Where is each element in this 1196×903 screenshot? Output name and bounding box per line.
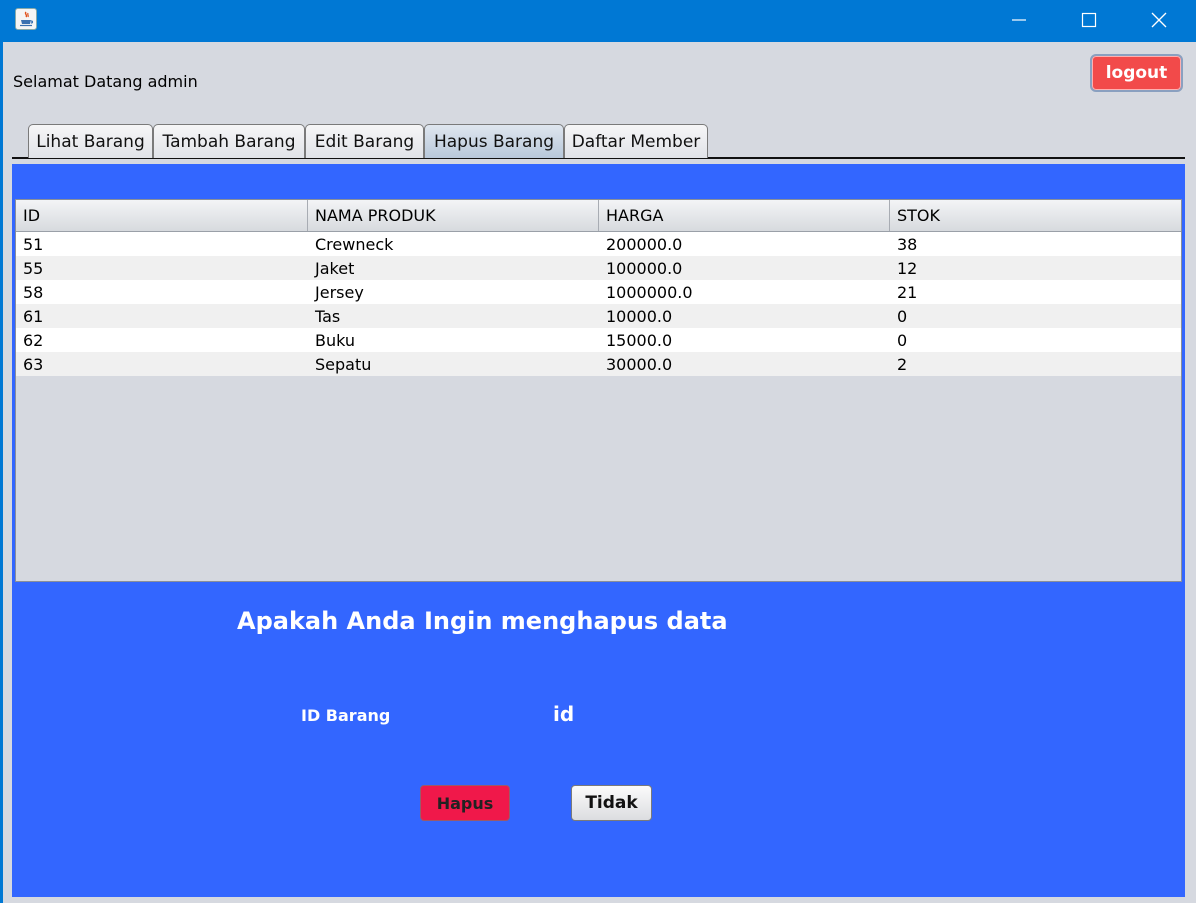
cell-stok: 0 xyxy=(897,306,908,326)
table-row[interactable]: 55 Jaket 100000.0 12 xyxy=(16,256,1181,280)
hapus-barang-panel: ID NAMA PRODUK HARGA STOK 51 Crewneck 20… xyxy=(12,164,1185,897)
id-barang-value: id xyxy=(553,702,575,726)
tab-daftar-member[interactable]: Daftar Member xyxy=(564,124,708,158)
cell-id: 51 xyxy=(23,234,44,254)
cell-id: 55 xyxy=(23,258,44,278)
column-header-harga[interactable]: HARGA xyxy=(599,200,890,231)
cell-nama-produk: Crewneck xyxy=(315,234,394,254)
cell-stok: 2 xyxy=(897,354,908,374)
confirm-question: Apakah Anda Ingin menghapus data xyxy=(237,607,728,635)
cell-stok: 12 xyxy=(897,258,918,278)
table-row[interactable]: 58 Jersey 1000000.0 21 xyxy=(16,280,1181,304)
java-app-icon xyxy=(15,8,37,30)
cell-harga: 100000.0 xyxy=(606,258,683,278)
cell-id: 63 xyxy=(23,354,44,374)
cell-nama-produk: Tas xyxy=(315,306,341,326)
table-row[interactable]: 63 Sepatu 30000.0 2 xyxy=(16,352,1181,376)
cell-id: 62 xyxy=(23,330,44,350)
cell-stok: 38 xyxy=(897,234,918,254)
table-body: 51 Crewneck 200000.0 38 55 Jaket 100000.… xyxy=(16,232,1181,376)
close-icon xyxy=(1151,12,1167,28)
product-table[interactable]: ID NAMA PRODUK HARGA STOK 51 Crewneck 20… xyxy=(15,199,1182,582)
hapus-button[interactable]: Hapus xyxy=(420,785,510,821)
cell-id: 61 xyxy=(23,306,44,326)
table-row[interactable]: 51 Crewneck 200000.0 38 xyxy=(16,232,1181,256)
tab-bar: Lihat Barang Tambah Barang Edit Barang H… xyxy=(12,124,1185,159)
cell-harga: 30000.0 xyxy=(606,354,673,374)
tidak-button[interactable]: Tidak xyxy=(571,785,652,821)
cell-nama-produk: Jaket xyxy=(315,258,355,278)
cell-nama-produk: Buku xyxy=(315,330,356,350)
minimize-button[interactable] xyxy=(984,0,1054,40)
cell-harga: 200000.0 xyxy=(606,234,683,254)
tab-lihat-barang[interactable]: Lihat Barang xyxy=(28,124,153,158)
cell-id: 58 xyxy=(23,282,44,302)
tab-edit-barang[interactable]: Edit Barang xyxy=(305,124,424,158)
cell-stok: 21 xyxy=(897,282,918,302)
cell-nama-produk: Jersey xyxy=(315,282,364,302)
logout-button[interactable]: logout xyxy=(1090,54,1183,92)
column-header-stok[interactable]: STOK xyxy=(890,200,1181,231)
cell-stok: 0 xyxy=(897,330,908,350)
maximize-icon xyxy=(1081,12,1097,28)
close-button[interactable] xyxy=(1124,0,1194,40)
tab-hapus-barang[interactable]: Hapus Barang xyxy=(424,124,564,158)
welcome-text: Selamat Datang admin xyxy=(13,72,198,91)
table-row[interactable]: 62 Buku 15000.0 0 xyxy=(16,328,1181,352)
column-header-nama-produk[interactable]: NAMA PRODUK xyxy=(308,200,599,231)
cell-harga: 15000.0 xyxy=(606,330,673,350)
id-barang-label: ID Barang xyxy=(301,706,391,725)
cell-harga: 1000000.0 xyxy=(606,282,693,302)
table-header: ID NAMA PRODUK HARGA STOK xyxy=(16,200,1181,232)
cell-nama-produk: Sepatu xyxy=(315,354,372,374)
maximize-button[interactable] xyxy=(1054,0,1124,40)
column-header-id[interactable]: ID xyxy=(16,200,308,231)
table-row[interactable]: 61 Tas 10000.0 0 xyxy=(16,304,1181,328)
tab-tambah-barang[interactable]: Tambah Barang xyxy=(153,124,305,158)
window-titlebar xyxy=(0,0,1196,42)
main-content: Selamat Datang admin logout Lihat Barang… xyxy=(3,42,1196,903)
minimize-icon xyxy=(1012,19,1026,21)
cell-harga: 10000.0 xyxy=(606,306,673,326)
